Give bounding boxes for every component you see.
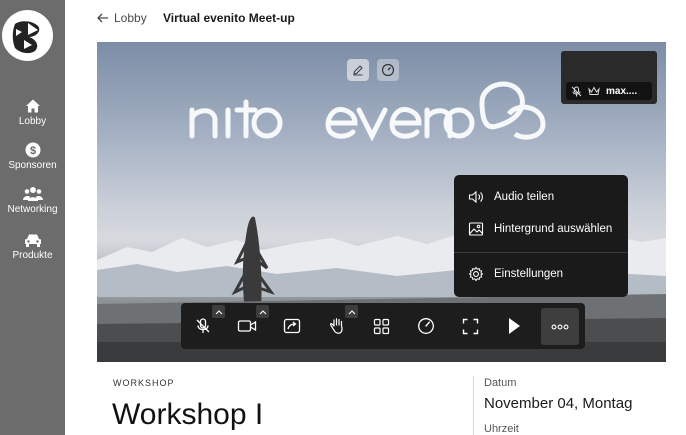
- gauge-icon: [381, 63, 395, 77]
- image-icon: [468, 222, 484, 236]
- evenito-symbol: [479, 81, 546, 140]
- event-title: Virtual evenito Meet-up: [163, 11, 295, 25]
- play-button[interactable]: [494, 303, 534, 349]
- menu-item-label: Einstellungen: [494, 268, 564, 280]
- menu-item-label: Audio teilen: [494, 191, 555, 203]
- mic-options-caret[interactable]: [212, 305, 225, 318]
- menu-item-settings[interactable]: Einstellungen: [454, 261, 628, 287]
- app-logo[interactable]: [2, 10, 53, 61]
- mic-muted-icon: [196, 318, 210, 333]
- svg-text:$: $: [29, 145, 35, 157]
- time-label: Uhrzeit: [484, 423, 519, 435]
- self-view-tile[interactable]: max....: [561, 51, 657, 104]
- menu-item-label: Hintergrund auswählen: [494, 223, 613, 235]
- raise-hand-icon: [329, 318, 343, 334]
- chevron-up-icon: [259, 309, 266, 314]
- stats-tool[interactable]: [377, 59, 399, 81]
- logo-icon: [12, 21, 40, 54]
- sidebar-item-networking[interactable]: Networking: [0, 186, 65, 215]
- menu-item-audio-share[interactable]: Audio teilen: [454, 184, 628, 210]
- app-root: Lobby $ Sponsoren Networking Produkte Lo…: [0, 0, 686, 435]
- back-link-label: Lobby: [114, 11, 147, 25]
- date-value: November 04, Montag: [484, 395, 633, 412]
- sidebar-item-sponsoren[interactable]: $ Sponsoren: [0, 142, 65, 171]
- session-title: Workshop I: [112, 398, 264, 431]
- screen-share-button[interactable]: [272, 303, 312, 349]
- play-icon: [509, 318, 520, 334]
- camera-options-caret[interactable]: [256, 305, 269, 318]
- sidebar-item-label: Sponsoren: [8, 160, 57, 171]
- session-category: WORKSHOP: [113, 378, 175, 388]
- menu-divider: [454, 252, 628, 253]
- back-link[interactable]: Lobby: [97, 11, 147, 25]
- car-icon: [24, 234, 41, 247]
- chevron-up-icon: [348, 309, 355, 314]
- home-icon: [25, 99, 40, 113]
- participant-name: max....: [606, 85, 638, 97]
- speaker-icon: [468, 190, 483, 204]
- camera-icon: [237, 320, 257, 332]
- self-view-bar: max....: [566, 82, 652, 100]
- fullscreen-button[interactable]: [450, 303, 490, 349]
- more-options-button[interactable]: [541, 308, 579, 345]
- grid-view-button[interactable]: [361, 303, 401, 349]
- info-divider: [473, 376, 474, 435]
- date-label: Datum: [484, 377, 517, 389]
- screen-share-icon: [283, 318, 301, 334]
- sidebar-item-produkte[interactable]: Produkte: [0, 232, 65, 261]
- sidebar: Lobby $ Sponsoren Networking Produkte: [0, 0, 65, 435]
- sidebar-item-lobby[interactable]: Lobby: [0, 98, 65, 127]
- pencil-icon: [353, 65, 363, 76]
- connection-stats-button[interactable]: [406, 303, 446, 349]
- sidebar-item-label: Produkte: [12, 250, 53, 261]
- more-options-menu: Audio teilen Hintergrund auswählen Einst…: [454, 175, 628, 297]
- more-icon: [551, 324, 569, 329]
- chevron-up-icon: [215, 309, 222, 314]
- gear-icon: [468, 266, 484, 282]
- sidebar-item-label: Lobby: [18, 116, 47, 127]
- speedometer-icon: [418, 318, 434, 334]
- hand-options-caret[interactable]: [345, 305, 358, 318]
- dollar-icon: $: [25, 142, 40, 158]
- grid-view-icon: [373, 318, 389, 334]
- people-icon: [22, 187, 43, 201]
- arrow-left-icon: [97, 13, 108, 23]
- call-controls-bar: [181, 303, 585, 349]
- sidebar-item-label: Networking: [7, 204, 58, 215]
- edit-tool[interactable]: [347, 59, 369, 81]
- crown-icon: [588, 86, 600, 95]
- fullscreen-icon: [462, 318, 478, 334]
- mic-muted-icon: [571, 86, 582, 96]
- menu-item-background[interactable]: Hintergrund auswählen: [454, 216, 628, 242]
